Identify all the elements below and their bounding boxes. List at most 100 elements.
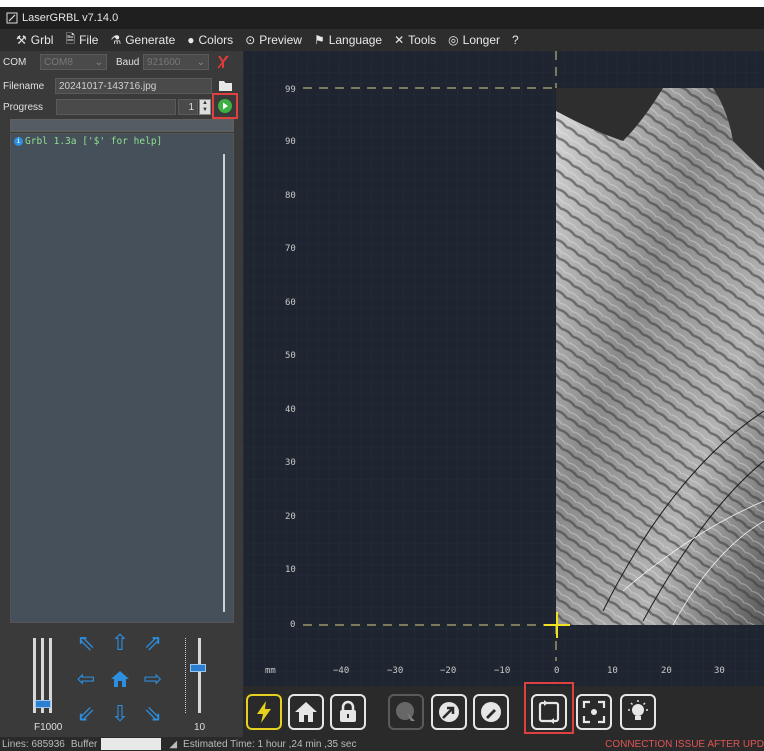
- x-tick-label: 30: [714, 666, 725, 676]
- jog-up-left-button[interactable]: ⇖: [73, 630, 99, 656]
- tools-icon: ✕: [394, 33, 405, 47]
- buffer-label: Buffer: [70, 738, 98, 750]
- lines-count: Lines: 685936: [2, 738, 65, 750]
- baud-rate-select[interactable]: 921600 ⌄: [143, 54, 209, 70]
- menu-language[interactable]: ⚑ Language: [314, 33, 382, 47]
- jog-home-button[interactable]: [107, 666, 133, 692]
- preview-icon: ⊙: [245, 33, 256, 47]
- y-tick-label: 90: [285, 137, 296, 147]
- step-label: 10: [194, 722, 206, 733]
- buffer-gauge: [101, 738, 162, 750]
- status-bar: Lines: 685936 Buffer ◢ Estimated Time: 1…: [0, 737, 764, 751]
- jog-up-right-button[interactable]: ⇗: [140, 630, 166, 656]
- focus-button[interactable]: [576, 694, 612, 730]
- x-tick-label: −30: [387, 666, 403, 676]
- x-tick-label: −10: [494, 666, 510, 676]
- x-tick-label: 0: [554, 666, 559, 676]
- light-button[interactable]: [620, 694, 656, 730]
- menu-colors[interactable]: ● Colors: [187, 33, 233, 47]
- jog-left-button[interactable]: ⇦: [73, 666, 99, 692]
- y-tick-label: 20: [285, 512, 296, 522]
- resize-grip-icon: ◢: [169, 738, 178, 750]
- x-tick-label: −20: [440, 666, 456, 676]
- step-slider-knob[interactable]: [190, 664, 206, 672]
- frame-icon: [538, 700, 560, 724]
- preview-canvas-svg: 99 90 80 70 60 50 40 30 20 10 0 mm −40 −…: [243, 51, 764, 686]
- title-bar: LaserGRBL v7.14.0: [0, 0, 764, 30]
- menu-generate[interactable]: ⚗ Generate: [110, 33, 175, 47]
- focus-target-icon: [582, 700, 606, 724]
- jog-down-right-button[interactable]: ⇘: [140, 701, 166, 727]
- progress-bar: [56, 99, 176, 115]
- palette-icon: ●: [187, 33, 195, 47]
- window-title: LaserGRBL v7.14.0: [22, 12, 119, 24]
- engraving-image[interactable]: [556, 88, 764, 626]
- menu-longer[interactable]: ◎ Longer: [448, 33, 500, 47]
- flag-icon: ⚑: [313, 33, 325, 47]
- bottom-toolbar: [243, 682, 764, 737]
- goto-position-button[interactable]: [431, 694, 467, 730]
- y-tick-label: 0: [290, 620, 295, 630]
- unit-label: mm: [265, 666, 276, 676]
- copies-field[interactable]: 1: [178, 99, 198, 115]
- menu-bar: ⚒ Grbl 🗎 File ⚗ Generate ● Colors ⊙ Preview ⚑…: [0, 29, 764, 51]
- folder-open-icon[interactable]: [218, 79, 233, 92]
- menu-grbl[interactable]: ⚒ Grbl: [16, 33, 53, 47]
- wrench-screwdriver-icon: ⚒: [16, 33, 27, 47]
- jog-panel: F1000 ⇖ ⇧ ⇗ ⇦ ⇨ ⇙ ⇩ ⇘ 10: [0, 628, 243, 740]
- menu-file[interactable]: 🗎 File: [65, 30, 98, 51]
- connection-warning[interactable]: CONNECTION ISSUE AFTER UPD: [605, 739, 764, 750]
- padlock-icon: [340, 700, 356, 722]
- jog-up-button[interactable]: ⇧: [107, 630, 133, 656]
- globe-pointer-icon: [396, 702, 415, 721]
- center-button[interactable]: [388, 694, 424, 730]
- y-tick-label: 60: [285, 298, 296, 308]
- y-tick-label: 50: [285, 351, 296, 361]
- y-tick-label: 99: [285, 85, 296, 95]
- y-tick-label: 30: [285, 458, 296, 468]
- info-icon: i: [14, 137, 23, 146]
- com-port-select[interactable]: COM8 ⌄: [40, 54, 107, 70]
- progress-label: Progress: [3, 101, 44, 113]
- laser-fire-button[interactable]: [246, 694, 282, 730]
- jog-right-button[interactable]: ⇨: [140, 666, 166, 692]
- filename-label: Filename: [3, 80, 45, 92]
- disconnect-icon[interactable]: [215, 53, 231, 71]
- step-slider-ticks: [185, 638, 191, 713]
- y-tick-label: 10: [285, 565, 296, 575]
- pen-icon: [481, 702, 501, 722]
- x-tick-label: −40: [333, 666, 349, 676]
- estimated-time: Estimated Time: 1 hour ,24 min ,35 sec: [183, 738, 357, 750]
- file-icon: 🗎: [65, 31, 76, 46]
- preview-canvas[interactable]: 99 90 80 70 60 50 40 30 20 10 0 mm −40 −…: [243, 51, 764, 686]
- flask-icon: ⚗: [110, 33, 122, 47]
- copies-stepper[interactable]: ▲ ▼: [199, 99, 211, 115]
- jog-down-left-button[interactable]: ⇙: [73, 701, 99, 727]
- longer-icon: ◎: [448, 33, 459, 47]
- speed-slider-knob[interactable]: [35, 700, 51, 708]
- menu-help[interactable]: ?: [512, 33, 519, 47]
- chevron-down-icon: ⌄: [196, 56, 205, 68]
- command-input[interactable]: [10, 119, 234, 132]
- frame-button[interactable]: [531, 694, 567, 730]
- console-log: i Grbl 1.3a ['$' for help]: [10, 133, 234, 623]
- step-slider-track: [198, 638, 201, 713]
- menu-preview[interactable]: ⊙ Preview: [245, 33, 302, 47]
- x-tick-label: 20: [661, 666, 672, 676]
- run-play-icon[interactable]: [217, 98, 233, 114]
- y-tick-label: 80: [285, 191, 296, 201]
- y-tick-label: 70: [285, 244, 296, 254]
- menu-tools[interactable]: ✕ Tools: [394, 33, 436, 47]
- app-logo-icon: [6, 12, 18, 24]
- draw-path-button[interactable]: [473, 694, 509, 730]
- unlock-button[interactable]: [330, 694, 366, 730]
- filename-field[interactable]: 20241017-143716.jpg: [55, 78, 212, 94]
- baud-label: Baud: [116, 56, 140, 68]
- lightning-icon: [257, 701, 271, 723]
- homing-button[interactable]: [288, 694, 324, 730]
- list-item: i Grbl 1.3a ['$' for help]: [11, 134, 233, 149]
- jog-down-button[interactable]: ⇩: [107, 701, 133, 727]
- console-scrollbar[interactable]: [223, 154, 225, 612]
- y-tick-label: 40: [285, 405, 296, 415]
- x-tick-label: 10: [607, 666, 618, 676]
